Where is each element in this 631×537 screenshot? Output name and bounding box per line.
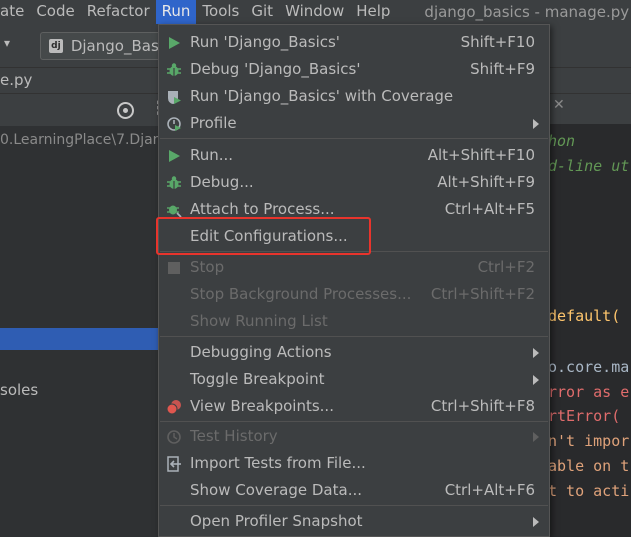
project-root-path[interactable]: 0.LearningPlace\7.Djan (0, 132, 162, 148)
menu-refactor[interactable]: Refactor (81, 0, 156, 24)
menu-window[interactable]: Window (279, 0, 350, 24)
code-line: t to acti (548, 482, 630, 500)
menu-item-label: Open Profiler Snapshot (190, 512, 363, 530)
menu-item-shortcut: Shift+F9 (470, 60, 535, 78)
project-panel: ⋮ 0.LearningPlace\7.Djan soles (0, 94, 168, 537)
code-line: hon (548, 132, 576, 150)
locate-target-icon[interactable] (117, 102, 134, 119)
menu-item-shortcut: Ctrl+Shift+F8 (430, 397, 535, 415)
menu-item-import-tests-from-file[interactable]: Import Tests from File... (159, 450, 549, 477)
chevron-down-icon[interactable]: ▾ (4, 36, 10, 50)
menu-item-label: Debug... (190, 173, 254, 191)
menu-bar: ate Code Refactor Run Tools Git Window H… (0, 0, 631, 24)
menu-item-label: Profile (190, 114, 237, 132)
project-panel-header: ⋮ (0, 94, 168, 126)
menu-item-shortcut: Ctrl+F2 (477, 258, 535, 276)
menu-git[interactable]: Git (245, 0, 279, 24)
menu-item-label: Stop (190, 258, 225, 276)
menu-item-toggle-breakpoint[interactable]: Toggle Breakpoint (159, 366, 549, 393)
menu-item-label: Show Coverage Data... (190, 481, 362, 499)
tree-item-scratches-consoles[interactable]: soles (0, 381, 38, 399)
file-tab-manage-py[interactable]: e.py (0, 71, 32, 89)
menu-tools[interactable]: Tools (196, 0, 245, 24)
menu-item-label: View Breakpoints... (190, 397, 334, 415)
stop-icon (168, 262, 180, 274)
coverage-icon (168, 91, 181, 104)
submenu-arrow-icon (533, 348, 539, 358)
menu-help[interactable]: Help (350, 0, 396, 24)
run-icon (169, 150, 180, 162)
menu-code[interactable]: Code (30, 0, 80, 24)
window-title: django_basics - manage.py (424, 3, 630, 21)
submenu-arrow-icon (533, 375, 539, 385)
menu-item-run-django-basics[interactable]: Run 'Django_Basics' Shift+F10 (159, 29, 549, 56)
menu-item-label: Run 'Django_Basics' with Coverage (190, 87, 454, 105)
debug-icon (167, 176, 181, 189)
menu-item-shortcut: Ctrl+Shift+F2 (430, 285, 535, 303)
code-line: rror as e (548, 383, 630, 401)
debug-icon (167, 63, 181, 76)
django-icon: dj (49, 39, 63, 53)
menu-item-label: Show Running List (190, 312, 328, 330)
menu-item-label: Import Tests from File... (190, 454, 366, 472)
menu-item-profile[interactable]: Profile (159, 110, 549, 137)
menu-item-open-profiler-snapshot[interactable]: Open Profiler Snapshot (159, 508, 549, 535)
history-icon (167, 430, 181, 444)
menu-separator (160, 336, 548, 337)
attach-icon (167, 205, 182, 218)
menu-item-stop-background-processes[interactable]: Stop Background Processes... Ctrl+Shift+… (159, 281, 549, 308)
run-menu-dropdown: Run 'Django_Basics' Shift+F10 Debug 'Dja… (158, 24, 550, 537)
code-line: rtError( (548, 407, 621, 425)
menu-item-shortcut: Alt+Shift+F9 (437, 173, 535, 191)
menu-item-debug-django-basics[interactable]: Debug 'Django_Basics' Shift+F9 (159, 56, 549, 83)
code-line: able on t (548, 457, 630, 475)
menu-item-shortcut: Ctrl+Alt+F5 (444, 200, 535, 218)
menu-item-debugging-actions[interactable]: Debugging Actions (159, 339, 549, 366)
selected-tree-row[interactable] (0, 328, 160, 350)
menu-item-run-with-coverage[interactable]: Run 'Django_Basics' with Coverage (159, 83, 549, 110)
submenu-arrow-icon (533, 119, 539, 129)
menu-item-label: Stop Background Processes... (190, 285, 412, 303)
menu-item-run[interactable]: Run... Alt+Shift+F10 (159, 142, 549, 169)
menu-item-label: Test History (190, 427, 278, 445)
menu-item-shortcut: Alt+Shift+F10 (427, 146, 535, 164)
menu-item-show-coverage-data[interactable]: Show Coverage Data... Ctrl+Alt+F6 (159, 477, 549, 504)
code-line: o.core.ma (548, 358, 630, 376)
menu-run[interactable]: Run (155, 0, 197, 24)
submenu-arrow-icon (533, 517, 539, 527)
menu-item-label: Toggle Breakpoint (190, 370, 325, 388)
menu-item-view-breakpoints[interactable]: View Breakpoints... Ctrl+Shift+F8 (159, 393, 549, 420)
menu-separator (160, 138, 548, 139)
run-icon (169, 37, 180, 49)
menu-item-label: Attach to Process... (190, 200, 335, 218)
code-line: n't impor (548, 432, 630, 450)
menu-item-test-history[interactable]: Test History (159, 423, 549, 450)
menu-navigate[interactable]: ate (0, 0, 30, 24)
highlight-annotation-box (156, 217, 371, 255)
menu-item-shortcut: Shift+F10 (460, 33, 535, 51)
breakpoints-icon (166, 400, 181, 415)
profile-icon (167, 117, 181, 131)
menu-item-shortcut: Ctrl+Alt+F6 (444, 481, 535, 499)
import-icon (167, 456, 181, 472)
menu-item-show-running-list[interactable]: Show Running List (159, 308, 549, 335)
menu-item-label: Run 'Django_Basics' (190, 33, 340, 51)
submenu-arrow-icon (533, 432, 539, 442)
menu-separator (160, 421, 548, 422)
code-line: default( (548, 307, 621, 325)
menu-separator (160, 505, 548, 506)
menu-item-stop[interactable]: Stop Ctrl+F2 (159, 254, 549, 281)
code-line: d-line ut (548, 157, 630, 175)
menu-item-label: Run... (190, 146, 234, 164)
close-icon[interactable]: ✕ (553, 97, 565, 113)
menu-item-debug[interactable]: Debug... Alt+Shift+F9 (159, 169, 549, 196)
editor-code-region[interactable] (548, 124, 631, 537)
menu-item-label: Debugging Actions (190, 343, 332, 361)
menu-item-label: Debug 'Django_Basics' (190, 60, 361, 78)
